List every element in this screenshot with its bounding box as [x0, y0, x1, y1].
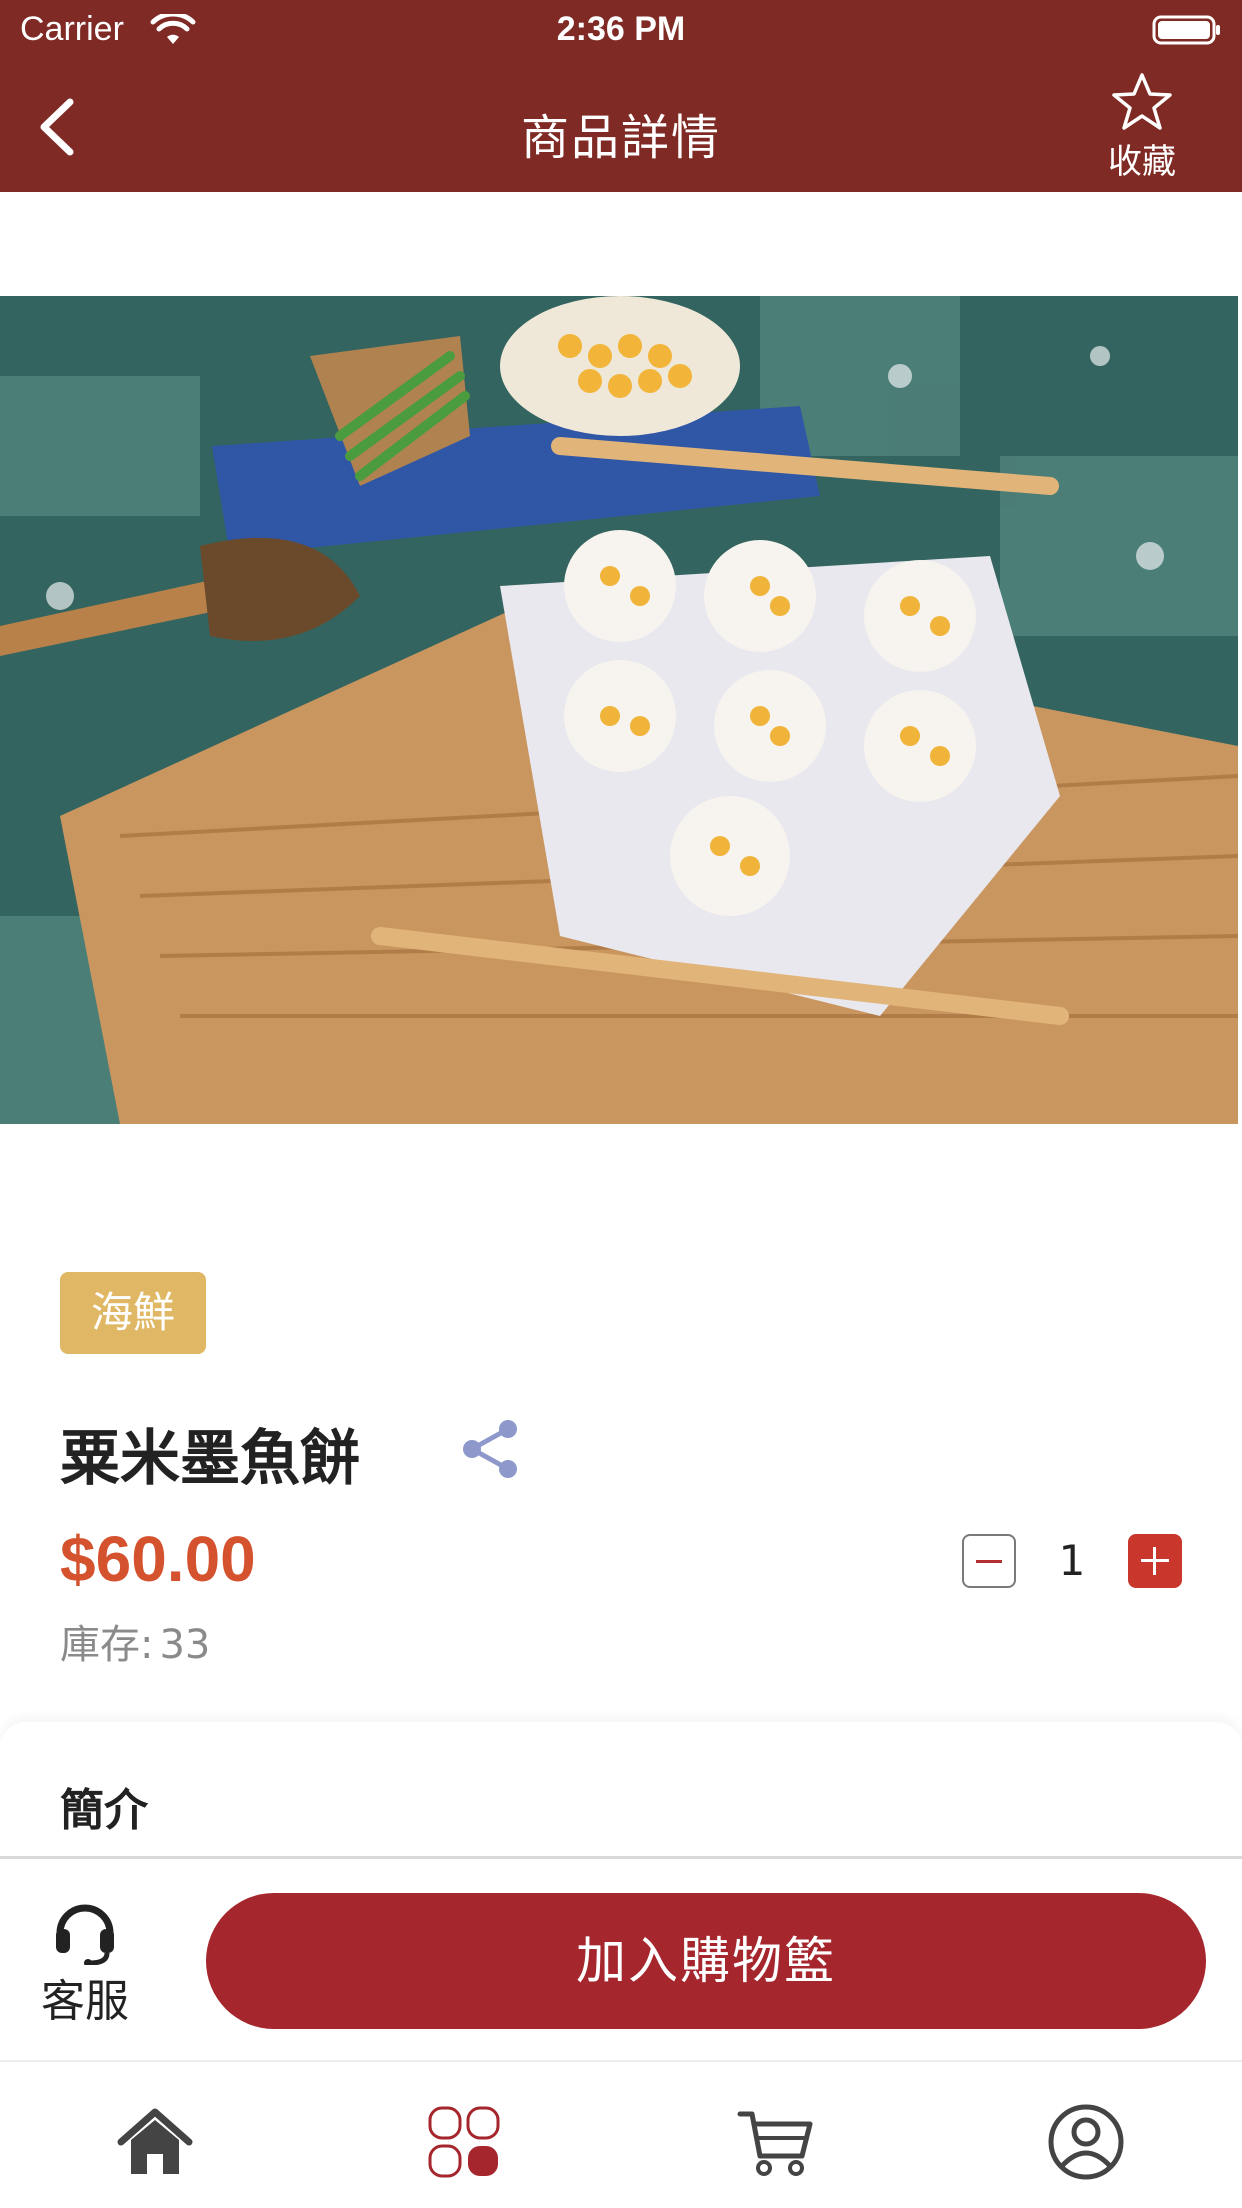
quantity-decrease-button[interactable] [962, 1534, 1016, 1588]
stock-value: 33 [159, 1622, 211, 1668]
stock-info: 庫存: 33 [60, 1612, 210, 1670]
nav-bar: 商品詳情 收藏 [0, 62, 1242, 192]
status-time: 2:36 PM [556, 10, 686, 48]
tab-bar [0, 2060, 1242, 2208]
battery-icon [1152, 15, 1220, 45]
intro-section: 簡介 [0, 1722, 1242, 1858]
customer-service-button[interactable]: 客服 [30, 1895, 140, 2027]
category-tag: 海鮮 [60, 1272, 206, 1354]
headset-icon [56, 1904, 114, 1965]
favorite-label: 收藏 [1108, 142, 1176, 182]
favorite-button[interactable]: 收藏 [1092, 70, 1192, 182]
tab-category[interactable] [424, 2102, 504, 2182]
quantity-increase-button[interactable] [1128, 1534, 1182, 1588]
star-icon [1112, 73, 1172, 130]
action-bar: 客服 加入購物籃 [0, 1859, 1242, 2059]
tab-cart[interactable] [736, 2102, 816, 2182]
product-name: 粟米墨魚餅 [60, 1424, 360, 1494]
cart-icon [737, 2111, 813, 2176]
product-image [0, 296, 1238, 1124]
stock-label: 庫存: [60, 1622, 154, 1668]
profile-icon [1048, 2104, 1124, 2180]
intro-title: 簡介 [60, 1785, 148, 1836]
share-icon[interactable] [458, 1416, 522, 1482]
tab-profile[interactable] [1046, 2102, 1126, 2182]
product-price: $60.00 [60, 1523, 256, 1595]
quantity-value: 1 [1058, 1536, 1086, 1585]
add-to-cart-button[interactable]: 加入購物籃 [206, 1893, 1206, 2029]
status-bar: Carrier 2:36 PM [0, 0, 1242, 62]
customer-service-label: 客服 [41, 1976, 129, 2027]
category-icon [428, 2106, 500, 2178]
tab-home[interactable] [115, 2102, 195, 2182]
page-title: 商品詳情 [520, 110, 721, 166]
home-icon [117, 2108, 193, 2174]
